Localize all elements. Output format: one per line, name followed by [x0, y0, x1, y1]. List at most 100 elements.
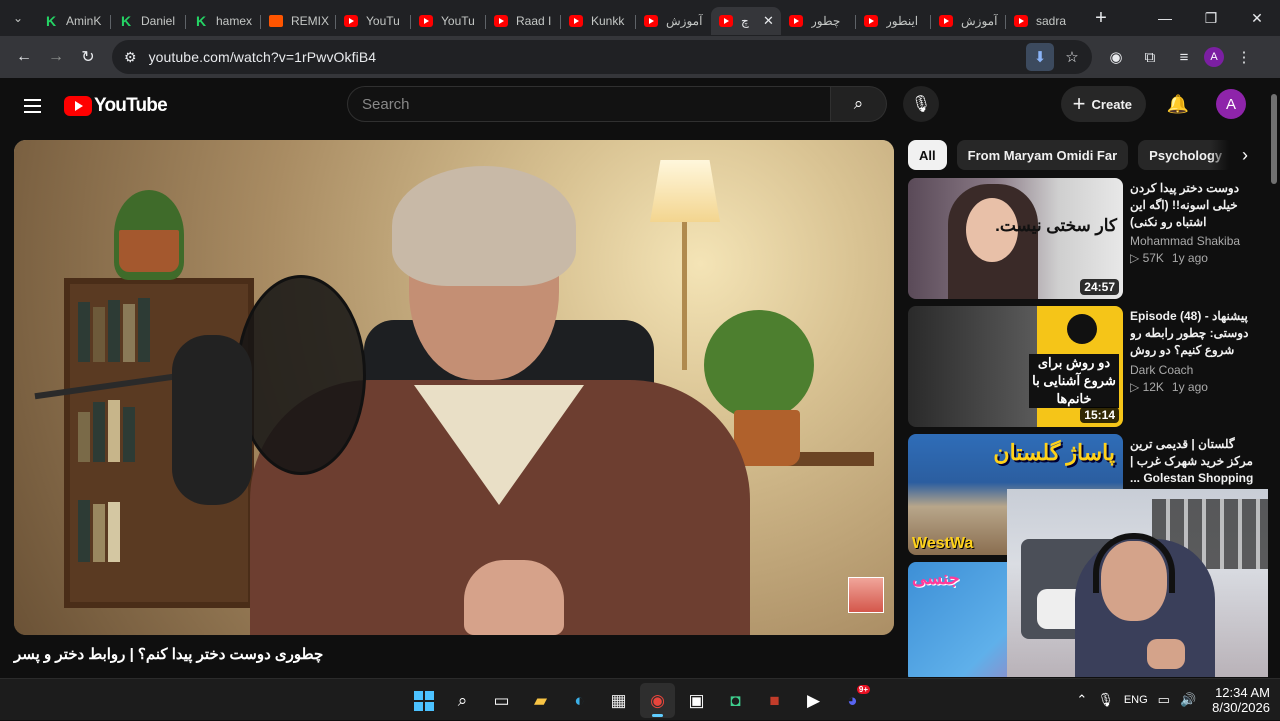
search-icon[interactable]: ⌕ [831, 86, 887, 122]
site-info-icon[interactable]: ⚙ [124, 49, 137, 66]
kebab-menu-icon[interactable]: ⋮ [1230, 43, 1258, 71]
youtube-icon [939, 15, 953, 27]
play-icon: ▷ 57K [1130, 251, 1164, 265]
store-icon[interactable]: ▦ [601, 683, 636, 718]
start-button[interactable] [406, 683, 441, 718]
youtube-icon [494, 15, 508, 27]
url-text: youtube.com/watch?v=1rPwvOkfiB4 [148, 49, 377, 65]
recommended-video[interactable]: دو روش برای شروع آشنایی با خانم‌ها 15:14… [908, 306, 1268, 428]
new-tab-button[interactable]: + [1087, 4, 1115, 32]
filter-chips: All From Maryam Omidi Far Psychology › [908, 140, 1258, 170]
app-icon[interactable]: ◘ [718, 683, 753, 718]
kick-icon: K [195, 13, 207, 29]
channel-watermark[interactable] [848, 577, 884, 613]
youtube-icon [344, 15, 358, 27]
browser-tab[interactable]: آموزش [931, 7, 1006, 35]
close-tab-icon[interactable]: ✕ [763, 13, 774, 29]
browser-tab-strip: ⌄ K AminK K Daniel Khamex REMIX YouTu YouT… [0, 0, 1280, 36]
volume-icon[interactable]: 🔊 [1180, 692, 1196, 708]
browser-tab[interactable]: REMIX [261, 7, 336, 35]
browser-toolbar: ← → ↻ ⚙ youtube.com/watch?v=1rPwvOkfiB4 … [0, 36, 1280, 78]
chevron-right-icon[interactable]: › [1210, 140, 1258, 170]
minimize-icon[interactable]: — [1142, 0, 1188, 36]
system-tray: ⌃ 🎙 ENG ▭ 🔊 12:34 AM 8/30/2026 [1076, 679, 1270, 721]
video-player[interactable] [14, 140, 894, 635]
youtube-header: YouTube Search ⌕ 🎙 + Create 🔔 A [0, 78, 1280, 134]
reload-icon[interactable]: ↻ [72, 41, 104, 73]
youtube-icon [1014, 15, 1028, 27]
browser-tab[interactable]: Raad I [486, 7, 561, 35]
youtube-logo[interactable]: YouTube [64, 95, 168, 117]
puzzle-icon[interactable]: ⧉ [1136, 43, 1164, 71]
browser-tab[interactable]: Kunkk [561, 7, 636, 35]
browser-tab[interactable]: K Daniel [111, 7, 186, 35]
clock[interactable]: 12:34 AM 8/30/2026 [1212, 685, 1270, 715]
window-controls: — ❐ ✕ [1142, 0, 1280, 36]
file-explorer-icon[interactable]: ▰ [523, 683, 558, 718]
kick-icon: K [120, 13, 132, 29]
browser-tab[interactable]: اینطور [856, 7, 931, 35]
duration-badge: 15:14 [1080, 407, 1119, 423]
browser-tab[interactable]: Khamex [186, 7, 261, 35]
browser-tab[interactable]: K AminK [36, 7, 111, 35]
chrome-icon[interactable]: ◉ [640, 683, 675, 718]
notifications-bell-icon[interactable]: 🔔 [1160, 86, 1196, 122]
address-bar[interactable]: ⚙ youtube.com/watch?v=1rPwvOkfiB4 ⬇ ☆ [112, 40, 1092, 74]
microphone-icon[interactable]: 🎙 [903, 86, 939, 122]
upload-age: 1y ago [1171, 251, 1208, 265]
tab-search-button[interactable]: ⌄ [0, 0, 36, 36]
page-scrollbar[interactable] [1268, 92, 1280, 677]
task-view-icon[interactable]: ▭ [484, 683, 519, 718]
language-indicator[interactable]: ENG [1124, 694, 1148, 706]
microphone-graphic [172, 335, 252, 505]
browser-tab[interactable]: sadra [1006, 7, 1081, 35]
recommended-title[interactable]: دوست دختر پیدا کردن خیلی اسونه!! (اگه ای… [1130, 180, 1260, 231]
media-player-icon[interactable]: ▶ [796, 683, 831, 718]
restore-icon[interactable]: ❐ [1188, 0, 1234, 36]
microphone-icon[interactable]: 🎙 [1097, 692, 1114, 708]
youtube-icon [719, 15, 733, 27]
browser-tab[interactable]: YouTu [411, 7, 486, 35]
youtube-play-icon [64, 96, 92, 116]
edge-browser-icon[interactable]: ◐ [562, 683, 597, 718]
menu-icon[interactable] [12, 86, 52, 126]
dota-icon[interactable]: ■ [757, 683, 792, 718]
youtube-icon [864, 15, 878, 27]
soundcloud-icon [269, 15, 283, 27]
account-avatar[interactable]: A [1216, 89, 1246, 119]
close-window-icon[interactable]: ✕ [1234, 0, 1280, 36]
youtube-icon [569, 15, 583, 27]
profile-avatar[interactable]: A [1204, 47, 1224, 67]
channel-name[interactable]: Dark Coach [1130, 363, 1260, 377]
search-input[interactable]: Search [347, 86, 831, 122]
recommended-title[interactable]: گلستان | قدیمی ترین مرکز خرید شهرک غرب |… [1130, 436, 1260, 487]
install-app-icon[interactable]: ⬇ [1026, 43, 1054, 71]
forward-arrow-icon[interactable]: → [40, 41, 72, 73]
browser-tab[interactable]: YouTu [336, 7, 411, 35]
media-control-icon[interactable]: ≡ [1170, 43, 1198, 71]
crown-icon [1067, 314, 1097, 344]
chip-all[interactable]: All [908, 140, 947, 170]
upload-age: 1y ago [1171, 380, 1208, 394]
video-thumbnail[interactable]: دو روش برای شروع آشنایی با خانم‌ها 15:14 [908, 306, 1123, 427]
chip-channel[interactable]: From Maryam Omidi Far [956, 140, 1129, 170]
back-arrow-icon[interactable]: ← [8, 41, 40, 73]
recommended-title[interactable]: پیشنهاد - Episode (48) دوستی: چطور رابطه… [1130, 308, 1260, 360]
browser-tab-active[interactable]: چ ✕ [711, 7, 781, 35]
channel-name[interactable]: Mohammad Shakiba [1130, 234, 1260, 248]
extension-icon[interactable]: ◉ [1102, 43, 1130, 71]
discord-icon[interactable]: ◕ 9+ [835, 683, 870, 718]
monitor-icon[interactable]: ▭ [1158, 692, 1170, 708]
kick-icon: K [45, 13, 57, 29]
search-icon[interactable]: ⌕ [445, 683, 480, 718]
create-button[interactable]: + Create [1060, 86, 1146, 122]
video-thumbnail[interactable]: کار سختی نیست. 24:57 [908, 178, 1123, 299]
browser-tab[interactable]: چطور [781, 7, 856, 35]
windows-taskbar: ⌕ ▭ ▰ ◐ ▦ ◉ ▣ ◘ ■ ▶ ◕ 9+ ⌃ 🎙 ENG ▭ 🔊 12:3… [0, 678, 1280, 720]
recommended-video[interactable]: کار سختی نیست. 24:57 دوست دختر پیدا کردن… [908, 178, 1268, 300]
bookmark-star-icon[interactable]: ☆ [1058, 43, 1086, 71]
chevron-up-icon[interactable]: ⌃ [1076, 692, 1087, 708]
youtube-icon [789, 15, 803, 27]
browser-tab[interactable]: آموزش [636, 7, 711, 35]
terminal-icon[interactable]: ▣ [679, 683, 714, 718]
